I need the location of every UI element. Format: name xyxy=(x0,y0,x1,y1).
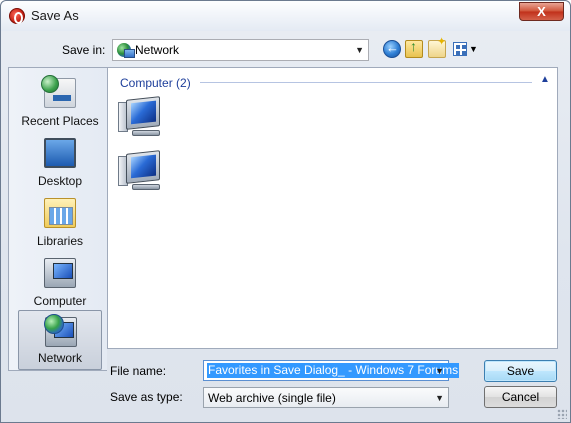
file-name-value[interactable]: Favorites in Save Dialog_ - Windows 7 Fo… xyxy=(207,363,460,378)
computer-base xyxy=(132,184,160,190)
save-type-value: Web archive (single file) xyxy=(208,391,336,405)
resize-grip[interactable] xyxy=(557,409,567,419)
new-folder-icon[interactable] xyxy=(428,35,446,58)
place-label: Recent Places xyxy=(21,114,99,128)
save-in-value: Network xyxy=(135,43,180,57)
place-label: Libraries xyxy=(36,234,84,248)
place-libraries[interactable]: Libraries xyxy=(18,192,102,252)
chevron-up-icon[interactable]: ▲ xyxy=(540,74,550,85)
save-in-label: Save in: xyxy=(62,43,106,57)
desktop-icon xyxy=(44,138,76,168)
place-network[interactable]: Network xyxy=(18,310,102,370)
place-label: Computer xyxy=(33,294,87,308)
group-divider xyxy=(200,82,532,83)
list-item[interactable] xyxy=(118,96,168,142)
place-label: Desktop xyxy=(37,174,83,188)
save-button[interactable]: Save xyxy=(484,360,557,382)
chevron-down-icon[interactable]: ▼ xyxy=(469,44,478,54)
computer-base xyxy=(132,130,160,136)
window-title: Save As xyxy=(31,8,79,23)
title-bar[interactable]: Save As X xyxy=(1,1,570,31)
network-icon xyxy=(117,43,135,58)
opera-app-icon xyxy=(9,8,25,24)
cancel-button[interactable]: Cancel xyxy=(484,386,557,408)
back-icon[interactable] xyxy=(383,40,401,58)
computer-icon xyxy=(126,150,160,184)
save-type-select[interactable]: Web archive (single file) ▼ xyxy=(203,387,449,408)
save-type-label: Save as type: xyxy=(110,390,183,404)
save-as-dialog: Save As X Save in: Network ▼ ▼ Recent Pl… xyxy=(0,0,571,423)
file-name-label: File name: xyxy=(110,364,167,378)
libraries-icon xyxy=(44,198,76,228)
up-folder-icon[interactable] xyxy=(405,38,423,58)
chevron-down-icon[interactable]: ▼ xyxy=(435,366,444,376)
computer-icon xyxy=(126,96,160,130)
group-header[interactable]: Computer (2) xyxy=(120,76,191,90)
list-item[interactable] xyxy=(118,150,168,196)
place-label: Network xyxy=(37,351,82,365)
places-bar: Recent Places Desktop Libraries Computer… xyxy=(8,67,107,371)
save-in-dropdown[interactable]: Network ▼ xyxy=(112,39,369,61)
place-recent-places[interactable]: Recent Places xyxy=(18,72,102,132)
chevron-down-icon: ▼ xyxy=(435,393,444,403)
place-computer[interactable]: Computer xyxy=(18,252,102,312)
views-menu-icon[interactable] xyxy=(453,42,467,56)
file-list-pane[interactable]: Computer (2) ▲ xyxy=(107,67,558,349)
chevron-down-icon: ▼ xyxy=(355,45,364,55)
place-desktop[interactable]: Desktop xyxy=(18,132,102,192)
recent-places-icon xyxy=(41,75,76,108)
network-icon xyxy=(44,314,77,347)
file-name-input[interactable]: Favorites in Save Dialog_ - Windows 7 Fo… xyxy=(203,360,460,381)
computer-icon xyxy=(44,258,76,288)
close-button[interactable]: X xyxy=(519,2,564,21)
